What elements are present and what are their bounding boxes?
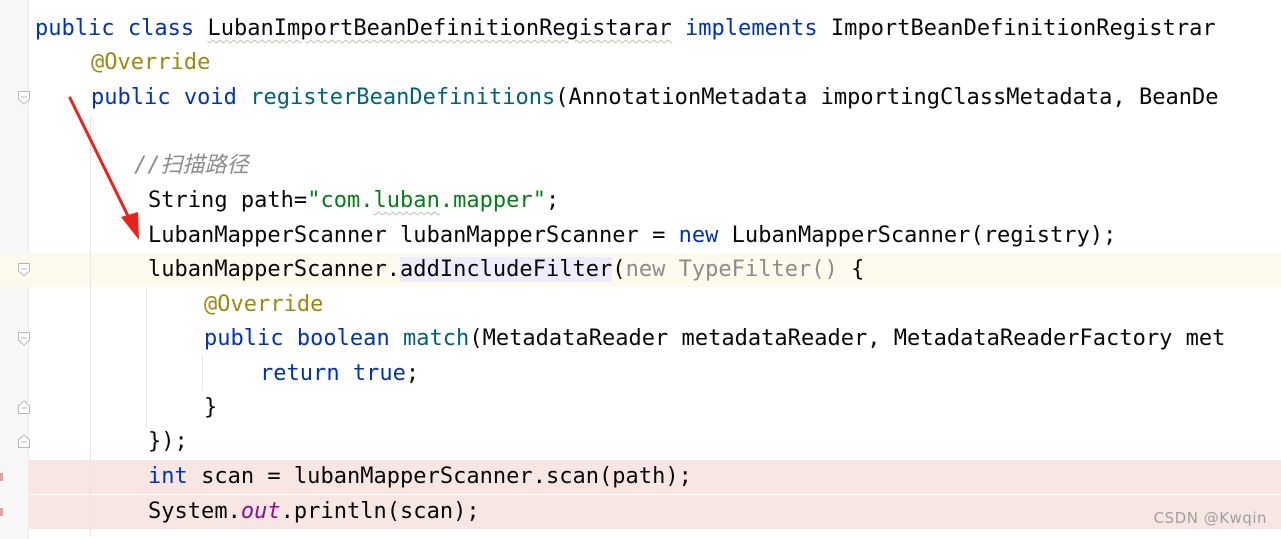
red-arrow-annotation bbox=[68, 96, 139, 240]
code-editor[interactable]: public class LubanImportBeanDefinitionRe… bbox=[0, 0, 1281, 539]
watermark: CSDN @Kwqin bbox=[1153, 509, 1267, 527]
